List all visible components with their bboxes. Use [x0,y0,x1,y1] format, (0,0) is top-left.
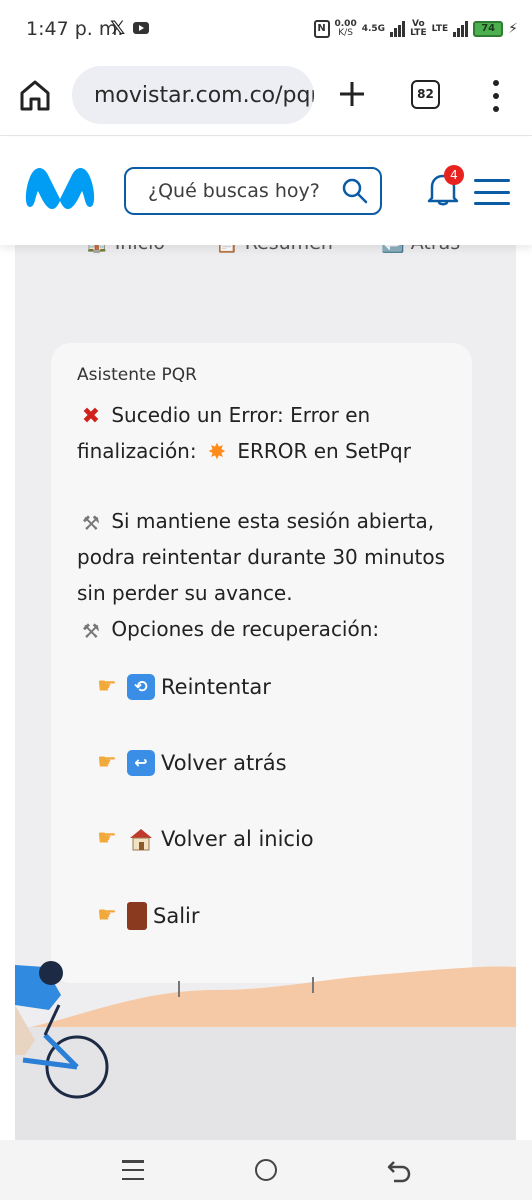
tools-icon: ⚒ [82,510,100,535]
option-label: Volver al inicio [161,827,314,851]
lte-label: LTE [431,23,449,34]
chat-panel: 🏠 Inicio 📋 Resumen ↩️ Atrás Asistente PQ… [15,232,516,1140]
movistar-logo[interactable] [22,159,98,215]
volte-indicator: Vo LTE [410,20,427,38]
search-icon[interactable] [342,178,368,204]
pointing-hand-icon: ☛ [97,903,117,928]
browser-toolbar: movistar.com.co/pqr 82 [0,58,532,136]
battery-icon: 74 [473,21,504,37]
refresh-icon: ⟲ [127,674,155,700]
session-message: ⚒ Si mantiene esta sesión abierta, podra… [77,503,467,647]
status-time: 1:47 p. m. [26,18,124,40]
option-label: Volver atrás [161,751,287,775]
home-button-icon[interactable] [255,1159,277,1181]
pointing-hand-icon: ☛ [97,674,117,699]
session-line-2: podra reintentar durante 30 minutos [77,545,446,569]
more-options-icon[interactable] [486,80,506,112]
error-line-2b: ERROR en SetPqr [237,439,411,463]
option-volver-atras[interactable]: ☛ ↩ Volver atrás [93,750,287,776]
assistant-message-card: Asistente PQR ✖ Sucedio un Error: Error … [51,343,472,983]
pointing-hand-icon: ☛ [97,750,117,775]
session-line-1: Si mantiene esta sesión abierta, [111,509,435,533]
tab-switcher-button[interactable]: 82 [411,80,440,109]
pointing-hand-icon: ☛ [97,826,117,851]
system-nav-bar [0,1140,532,1200]
session-line-3: sin perder su avance. [77,581,293,605]
search-box[interactable]: ¿Qué buscas hoy? [124,167,382,215]
charging-icon: ⚡ [508,21,518,37]
option-reintentar[interactable]: ☛ ⟲ Reintentar [93,674,271,700]
volte-lte-label: LTE [410,28,427,38]
nfc-icon: N [313,20,330,38]
option-label: Reintentar [161,675,271,699]
error-line-2a: finalización: [77,439,197,463]
status-indicators: N 0.00 K/S 4.5G Vo LTE LTE 74 ⚡ [313,14,518,44]
back-arrow-icon: ↩ [127,750,155,776]
youtube-icon [133,22,149,34]
door-icon [127,902,147,930]
site-header: ¿Qué buscas hoy? 4 [0,137,532,245]
notification-badge: 4 [444,165,464,185]
recent-apps-icon[interactable] [122,1160,144,1180]
back-icon[interactable] [386,1158,412,1184]
search-placeholder: ¿Qué buscas hoy? [148,180,320,202]
assistant-title: Asistente PQR [77,365,197,385]
address-bar[interactable]: movistar.com.co/pqr [72,66,314,124]
x-app-icon: 𝕏 [110,17,126,39]
cross-mark-icon: ✖ [81,403,101,429]
error-line-1: Sucedio un Error: Error en [111,403,371,427]
tools-icon: ⚒ [82,618,100,643]
cyclist-illustration [15,961,516,1140]
collision-icon: ✸ [207,439,227,465]
option-volver-inicio[interactable]: ☛ Volver al inicio [93,826,314,852]
main-content: 🏠 Inicio 📋 Resumen ↩️ Atrás Asistente PQ… [0,232,532,1140]
net-type: 4.5G [361,23,386,34]
page: 1:47 p. m. 𝕏 N 0.00 K/S 4.5G Vo LTE LTE … [0,0,532,1200]
signal-icon-2 [453,21,469,37]
status-bar: 1:47 p. m. 𝕏 N 0.00 K/S 4.5G Vo LTE LTE … [0,0,532,58]
home-icon[interactable] [18,78,52,112]
signal-icon [390,21,406,37]
options-heading: Opciones de recuperación: [111,617,380,641]
option-label: Salir [153,904,200,928]
house-icon [130,829,152,851]
net-speed-unit: K/S [338,28,353,38]
url-text: movistar.com.co/pqr [94,82,314,108]
error-message: ✖ Sucedio un Error: Error en finalizació… [77,397,467,469]
net-speed: 0.00 K/S [335,20,357,38]
hamburger-menu-icon[interactable] [474,179,510,205]
new-tab-icon[interactable] [338,80,366,108]
option-salir[interactable]: ☛ Salir [93,902,200,930]
